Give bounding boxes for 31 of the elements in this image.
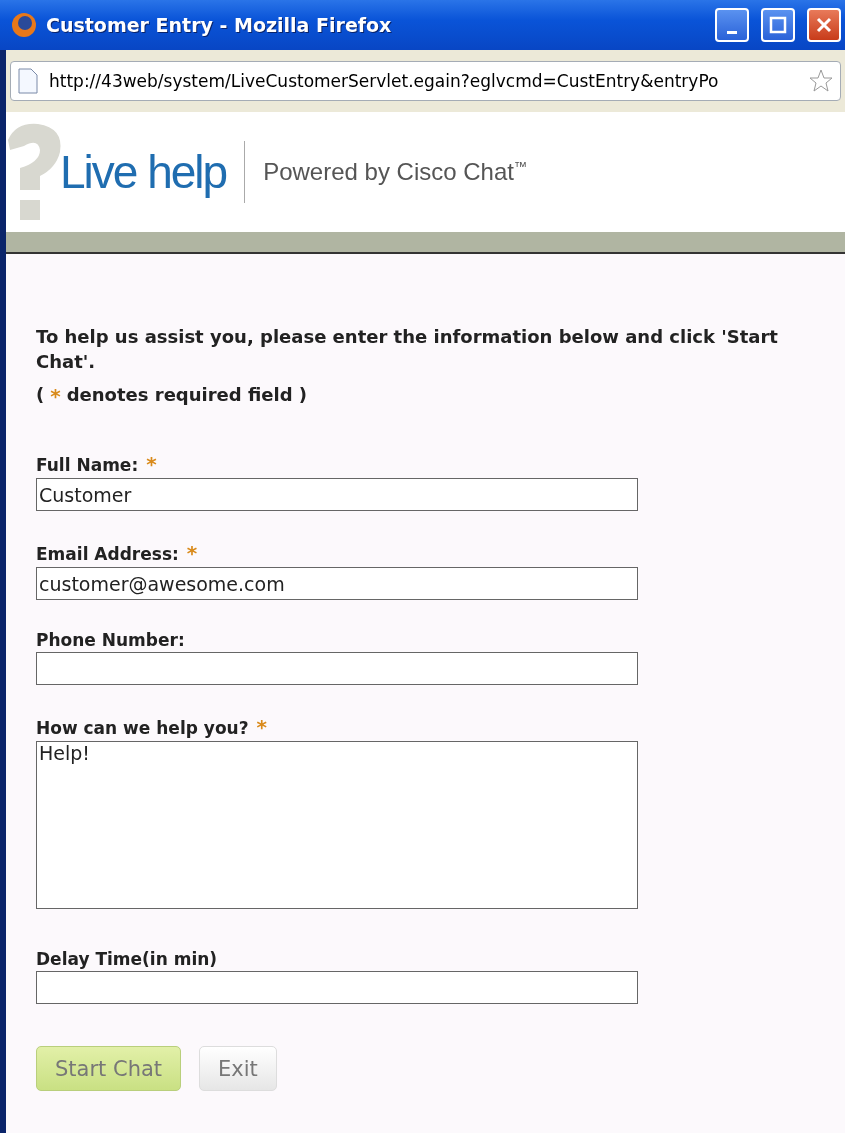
window-title: Customer Entry - Mozilla Firefox bbox=[46, 14, 393, 36]
input-field[interactable] bbox=[36, 971, 638, 1004]
field-label: Email Address: bbox=[36, 544, 179, 564]
field-label: Full Name: bbox=[36, 455, 139, 475]
minimize-icon bbox=[727, 30, 737, 34]
logo: Live help bbox=[60, 145, 227, 199]
close-icon bbox=[815, 16, 833, 34]
field-label: Delay Time(in min) bbox=[36, 949, 218, 969]
exit-button[interactable]: Exit bbox=[199, 1046, 277, 1091]
address-bar[interactable]: http://43web/system/LiveCustomerServlet.egain?eglvcmd=CustEntry&entryPo bbox=[10, 61, 841, 101]
message-field[interactable]: Help! bbox=[36, 741, 638, 909]
note-text: ( bbox=[36, 384, 45, 407]
input-field[interactable]: Customer bbox=[36, 478, 638, 511]
maximize-button[interactable] bbox=[761, 8, 795, 42]
input-field[interactable] bbox=[36, 652, 638, 685]
required-marker: * bbox=[256, 715, 267, 739]
note-text: denotes required field ) bbox=[66, 384, 308, 407]
required-marker: * bbox=[186, 541, 198, 565]
required-marker: * bbox=[146, 452, 157, 476]
close-button[interactable] bbox=[807, 8, 841, 42]
input-field[interactable]: customer@awesome.com bbox=[36, 567, 638, 600]
field-label: How can we help you? bbox=[36, 718, 249, 738]
page-icon bbox=[17, 68, 39, 94]
minimize-button[interactable] bbox=[715, 8, 749, 42]
tagline: Powered by Cisco Chat$^{™}$ bbox=[263, 158, 527, 186]
firefox-icon bbox=[10, 11, 38, 39]
intro-text: To help us assist you, please enter the information below and click 'Start Chat'. bbox=[36, 325, 779, 374]
required-marker: * bbox=[50, 384, 61, 408]
field-label: Phone Number: bbox=[36, 630, 185, 650]
star-icon[interactable] bbox=[808, 68, 834, 94]
maximize-icon bbox=[769, 16, 787, 34]
